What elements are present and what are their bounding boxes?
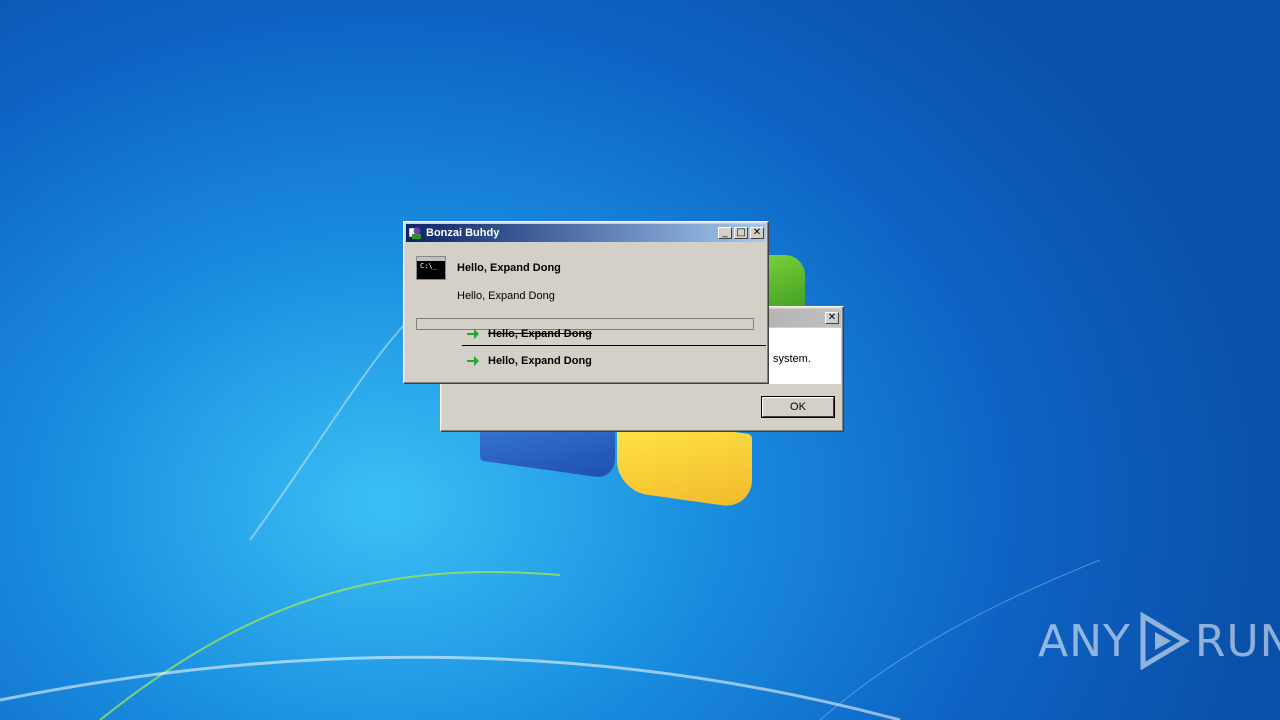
message-box-close-button[interactable]: ✕ [825,312,839,324]
maximize-button[interactable]: □ [734,227,748,239]
green-arrow-icon [467,356,479,366]
window-title: Bonzai Buhdy [426,227,500,239]
command-link-1[interactable]: Hello, Expand Dong [462,322,766,346]
dialog-body-text: Hello, Expand Dong [457,290,555,302]
dialog-heading: Hello, Expand Dong [457,262,561,274]
close-button[interactable]: ✕ [750,227,764,239]
play-logo-icon [1140,612,1190,670]
app-icon [408,227,421,239]
command-prompt-icon: C:\_ [416,256,446,280]
command-link-2-label: Hello, Expand Dong [488,355,592,367]
bonzai-buhdy-window: Bonzai Buhdy _ □ ✕ C:\_ Hello, Expand Do… [403,221,769,384]
command-link-2[interactable]: Hello, Expand Dong [462,351,766,371]
ok-button[interactable]: OK [762,397,834,417]
green-arrow-icon [467,328,479,339]
watermark-left-text: ANY [1038,615,1131,667]
anyrun-watermark: ANY RUN [1038,612,1280,670]
watermark-right-text: RUN [1194,615,1280,667]
bonzai-buhdy-titlebar: Bonzai Buhdy _ □ ✕ [406,224,766,242]
minimize-button[interactable]: _ [718,227,732,239]
command-link-1-label: Hello, Expand Dong [488,327,592,340]
message-box-text: system. [773,353,811,365]
